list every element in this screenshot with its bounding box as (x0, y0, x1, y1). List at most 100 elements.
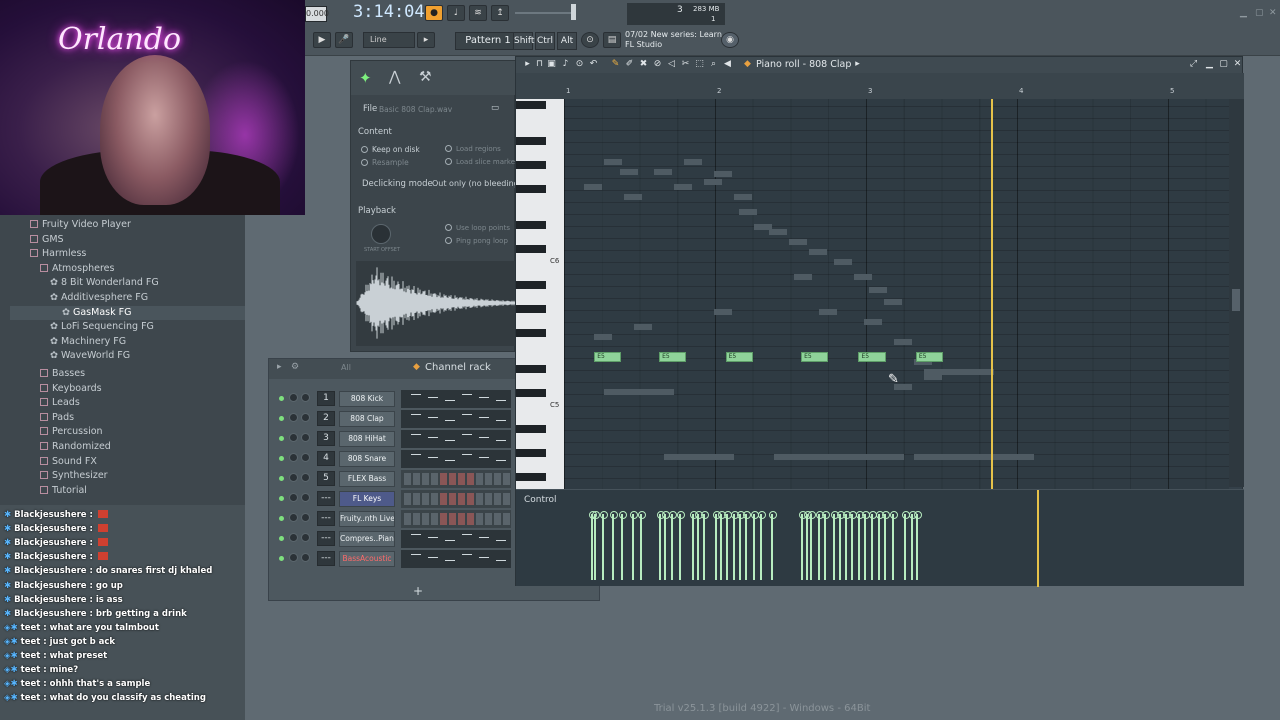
note-grid[interactable]: E5E5E5E5E5E5D4C#4D4D4C#4D4 (564, 99, 1229, 542)
channel-pattern-preview[interactable] (401, 510, 511, 528)
browser-item[interactable]: ✿ 8 Bit Wonderland FG (50, 277, 159, 288)
microphone-icon[interactable]: 🎤 (335, 32, 353, 48)
browser-item[interactable]: Synthesizer (40, 470, 108, 481)
note[interactable]: E5 (915, 352, 943, 362)
rack-arrow-icon[interactable]: ▸ (277, 362, 282, 372)
pr-maximize-icon[interactable]: ▢ (1218, 59, 1229, 70)
channel-volume-knob[interactable] (289, 413, 298, 422)
velocity-bar[interactable] (713, 511, 721, 580)
channel-volume-knob[interactable] (289, 493, 298, 502)
channel-pattern-preview[interactable] (401, 550, 511, 568)
velocity-bar[interactable] (909, 511, 918, 580)
velocity-bar[interactable] (868, 511, 877, 580)
note[interactable]: E5 (725, 352, 753, 362)
title-arrow-icon[interactable]: ▸ (852, 59, 863, 70)
velocity-bar[interactable] (690, 511, 699, 580)
news-icon[interactable]: ▤ (603, 32, 621, 48)
folder-icon[interactable]: ▭ (491, 103, 499, 113)
velocity-bar[interactable] (856, 511, 865, 580)
channel-pattern-preview[interactable] (401, 450, 511, 468)
note[interactable]: E5 (858, 352, 886, 362)
wait-input-icon[interactable]: ≋ (469, 5, 487, 21)
velocity-bar[interactable] (657, 511, 666, 580)
scrollbar-thumb[interactable] (1232, 289, 1240, 311)
black-key[interactable] (516, 305, 546, 313)
stamp-icon[interactable]: ▣ (546, 59, 557, 70)
channel-volume-knob[interactable] (289, 453, 298, 462)
channel-pan-knob[interactable] (301, 413, 310, 422)
piano-keyboard[interactable]: C6C5C4 (516, 99, 564, 539)
velocity-bar[interactable] (700, 511, 709, 580)
record-button[interactable]: ● (425, 5, 443, 21)
channel-pan-knob[interactable] (301, 393, 310, 402)
note[interactable]: E5 (594, 352, 622, 362)
close-icon[interactable]: ✕ (1269, 8, 1277, 18)
song-position-clock[interactable]: 3:14:04 (353, 2, 425, 24)
velocity-bar[interactable] (750, 511, 759, 580)
select-icon[interactable]: ⬚ (694, 59, 705, 70)
velocity-bar[interactable] (694, 511, 703, 580)
velocity-bar[interactable] (731, 511, 740, 580)
velocity-bar[interactable] (842, 511, 851, 580)
load-slice-markers-option[interactable]: Load slice markers (445, 158, 522, 166)
channel-mixer-track[interactable]: 2 (317, 411, 335, 426)
velocity-bar[interactable] (882, 511, 891, 580)
browser-item[interactable]: ✿ Machinery FG (50, 336, 126, 347)
browser-item[interactable]: Harmless (30, 248, 86, 259)
timeline-ruler[interactable]: 1 2 3 4 5 (564, 87, 1229, 99)
keep-on-disk-option[interactable]: Keep on disk (361, 145, 420, 154)
browser-item[interactable]: ✿ GasMask FG (62, 307, 131, 318)
velocity-bar[interactable] (821, 511, 830, 580)
master-volume-handle[interactable] (571, 4, 576, 20)
channel-mute-led[interactable] (279, 516, 284, 521)
browser-item[interactable]: Keyboards (40, 383, 102, 394)
channel-mute-led[interactable] (279, 556, 284, 561)
channel-pattern-preview[interactable] (401, 490, 511, 508)
velocity-bar[interactable] (723, 511, 732, 580)
velocity-bar[interactable] (743, 511, 752, 580)
pr-detach-icon[interactable]: ⤢ (1188, 59, 1199, 70)
browser-item[interactable]: Fruity Video Player (30, 219, 131, 230)
velocity-bar[interactable] (619, 511, 628, 580)
sample-waveform[interactable] (356, 261, 516, 346)
ctrl-key-button[interactable]: Ctrl (535, 32, 555, 50)
velocity-bar[interactable] (589, 511, 598, 580)
browser-item[interactable]: ✿ LoFi Sequencing FG (50, 321, 154, 332)
resample-option[interactable]: Resample (361, 158, 409, 167)
channel-name-button[interactable]: 808 Kick (339, 391, 395, 407)
mute-icon[interactable]: ⊘ (652, 59, 663, 70)
channel-mixer-track[interactable]: --- (317, 551, 335, 566)
channel-mute-led[interactable] (279, 496, 284, 501)
velocity-bar[interactable] (808, 511, 817, 580)
maximize-icon[interactable]: ▢ (1255, 8, 1264, 18)
pr-close-icon[interactable]: ✕ (1232, 59, 1243, 70)
velocity-bar[interactable] (815, 511, 824, 580)
channel-mixer-track[interactable]: 5 (317, 471, 335, 486)
rack-options-icon[interactable]: ⚙ (291, 362, 299, 372)
playback-icon[interactable]: ⊙ (574, 59, 585, 70)
note-icon[interactable]: ♪ (560, 59, 571, 70)
tempo-display[interactable]: 0.000 (305, 6, 329, 22)
channel-mute-led[interactable] (279, 416, 284, 421)
velocity-bar[interactable] (599, 511, 608, 580)
black-key[interactable] (516, 101, 546, 109)
channel-volume-knob[interactable] (289, 513, 298, 522)
velocity-control-lane[interactable]: Control (516, 489, 1244, 587)
velocity-bar[interactable] (901, 511, 910, 580)
control-lane-label[interactable]: Control (524, 495, 557, 505)
channel-pan-knob[interactable] (301, 493, 310, 502)
channel-pan-knob[interactable] (301, 473, 310, 482)
channel-mixer-track[interactable]: 3 (317, 431, 335, 446)
velocity-bar[interactable] (610, 511, 619, 580)
channel-mute-led[interactable] (279, 436, 284, 441)
velocity-bar[interactable] (848, 511, 857, 580)
channel-pan-knob[interactable] (301, 513, 310, 522)
black-key[interactable] (516, 245, 546, 253)
channel-pattern-preview[interactable] (401, 430, 511, 448)
metronome-icon[interactable]: ♩ (447, 5, 465, 21)
black-key[interactable] (516, 161, 546, 169)
browser-item[interactable]: Leads (40, 397, 80, 408)
channel-name-button[interactable]: 808 HiHat (339, 431, 395, 447)
start-offset-knob[interactable] (371, 224, 391, 244)
velocity-bar[interactable] (768, 511, 777, 580)
